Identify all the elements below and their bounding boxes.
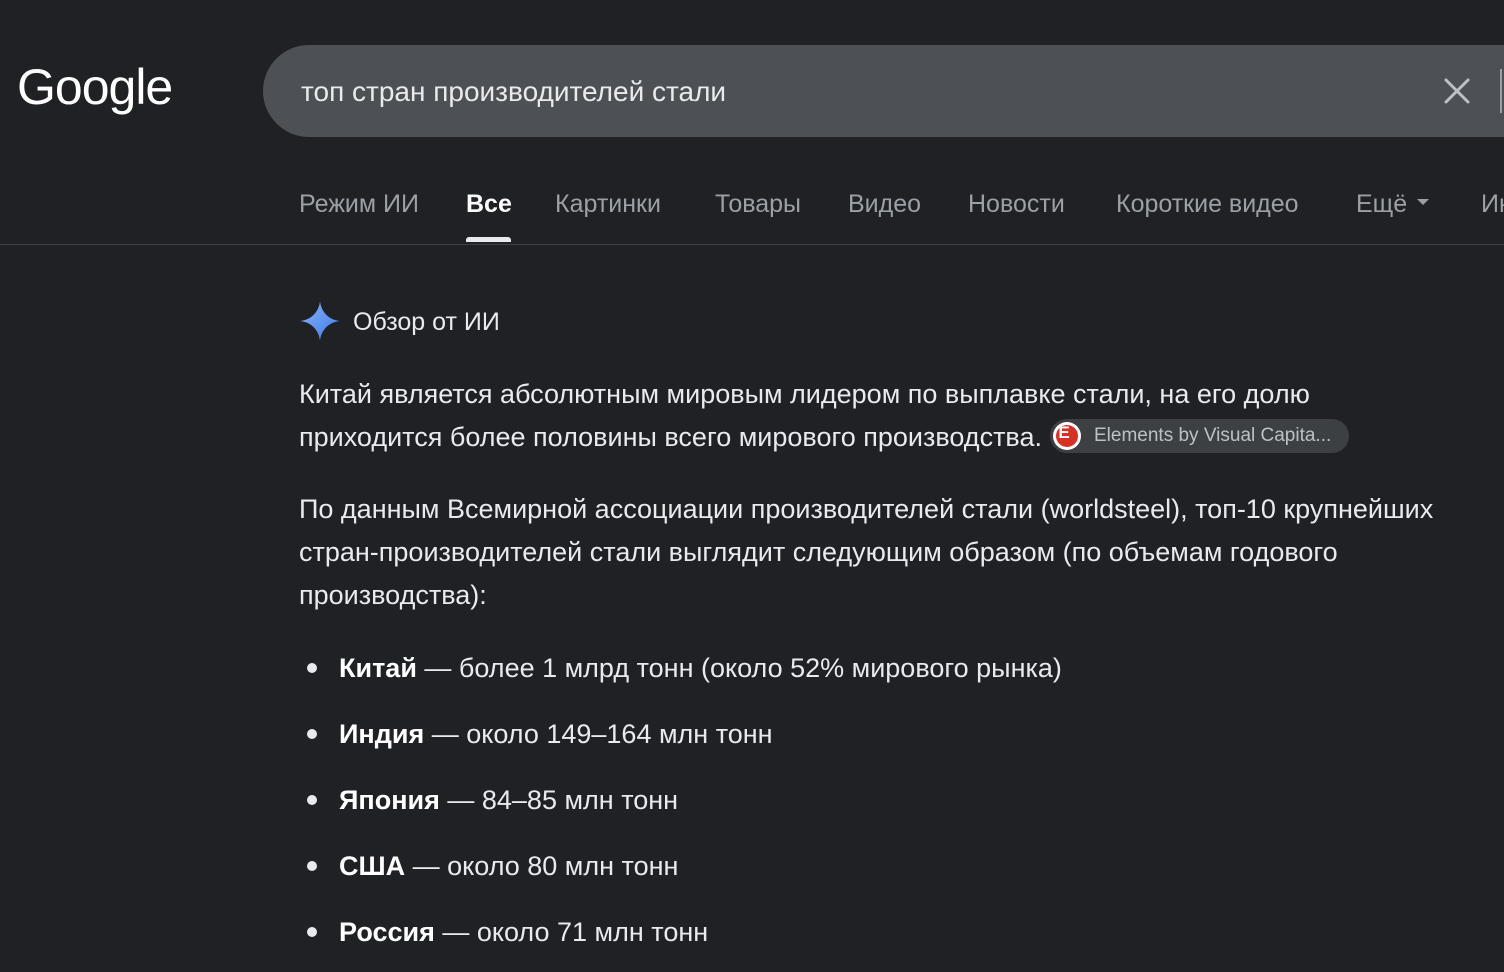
ai-overview-paragraph-1: Китай является абсолютным мировым лидеро…: [299, 373, 1439, 459]
list-item-country: Япония: [339, 785, 440, 815]
bullet-icon: [307, 927, 317, 937]
source-chip[interactable]: E Elements by Visual Capita...: [1050, 418, 1350, 453]
tab-news[interactable]: Новости: [968, 190, 1065, 219]
sparkle-icon: [300, 301, 340, 341]
bullet-icon: [307, 795, 317, 805]
list-item-detail: — около 149–164 млн тонн: [424, 719, 773, 749]
list-item-country: США: [339, 851, 406, 881]
producers-list: Китай — более 1 млрд тонн (около 52% мир…: [299, 644, 1062, 972]
close-icon[interactable]: [1441, 75, 1473, 107]
google-logo[interactable]: Google: [17, 58, 173, 116]
search-results-page: Google Режим ИИ Все Картинки Товары Виде…: [0, 0, 1504, 972]
search-input[interactable]: [299, 69, 1383, 115]
list-item: Россия — около 71 млн тонн: [299, 908, 1062, 972]
search-divider: [1500, 69, 1502, 113]
list-item: Китай — более 1 млрд тонн (около 52% мир…: [299, 644, 1062, 710]
tab-shopping[interactable]: Товары: [715, 190, 801, 219]
tab-more-label: Ещё: [1356, 190, 1408, 218]
list-item-country: Индия: [339, 719, 425, 749]
active-tab-indicator: [466, 237, 511, 242]
tab-images[interactable]: Картинки: [555, 190, 661, 219]
list-item-detail: — около 71 млн тонн: [434, 917, 709, 947]
list-item: США — около 80 млн тонн: [299, 842, 1062, 908]
tab-all[interactable]: Все: [466, 190, 512, 219]
list-item-country: Китай: [339, 653, 417, 683]
bullet-icon: [307, 663, 317, 673]
ai-overview-paragraph-2: По данным Всемирной ассоциации производи…: [299, 494, 1434, 610]
list-item-detail: — более 1 млрд тонн (около 52% мирового …: [416, 653, 1062, 683]
tab-tools[interactable]: Ин: [1481, 190, 1504, 219]
bullet-icon: [307, 861, 317, 871]
list-item: Япония — 84–85 млн тонн: [299, 776, 1062, 842]
list-item-country: Россия: [339, 917, 435, 947]
search-box[interactable]: [263, 45, 1504, 137]
source-label: Elements by Visual Capita...: [1094, 424, 1332, 446]
source-favicon-letter: E: [1058, 422, 1070, 442]
ai-overview-title: Обзор от ИИ: [353, 308, 500, 336]
search-tabs: Режим ИИ Все Картинки Товары Видео Новос…: [0, 160, 1504, 245]
caret-down-icon: [1417, 199, 1430, 206]
list-item-detail: — 84–85 млн тонн: [439, 785, 679, 815]
tab-more[interactable]: Ещё: [1356, 190, 1430, 219]
list-item-detail: — около 80 млн тонн: [405, 851, 679, 881]
tab-ai-mode[interactable]: Режим ИИ: [299, 190, 419, 219]
list-item: Индия — около 149–164 млн тонн: [299, 710, 1062, 776]
bullet-icon: [307, 729, 317, 739]
tab-short-videos[interactable]: Короткие видео: [1116, 190, 1299, 219]
tab-videos[interactable]: Видео: [848, 190, 921, 219]
